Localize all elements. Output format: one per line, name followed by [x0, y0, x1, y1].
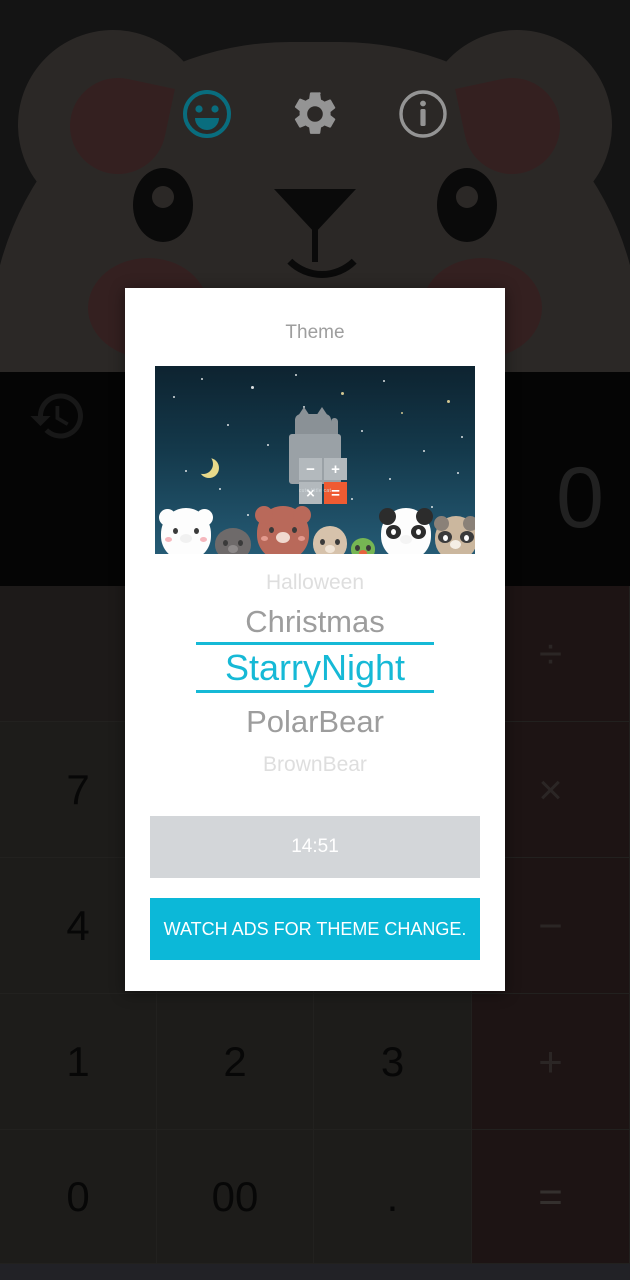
selection-line-top	[196, 642, 434, 645]
theme-option-polarbear[interactable]: PolarBear	[125, 706, 505, 737]
crescent-moon-icon	[193, 454, 213, 474]
animal-polar-bear	[159, 508, 213, 554]
animal-raccoon	[434, 516, 475, 554]
animal-brown-bear	[255, 506, 311, 554]
dialog-title: Theme	[285, 322, 345, 343]
app-logo: − + × = cute little cat	[281, 407, 349, 504]
theme-picker-wheel[interactable]: Halloween Christmas StarryNight PolarBea…	[125, 568, 505, 798]
calculator-app-screen: 0 AC ÷ 7 8 9 × 4 5 6 − 1 2 3 + 0 00 . = …	[0, 0, 630, 1280]
theme-preview-image: − + × = cute little cat	[155, 366, 475, 554]
animal-panda	[379, 508, 433, 554]
countdown-timer-button[interactable]: 14:51	[150, 816, 480, 878]
watch-ads-button[interactable]: WATCH ADS FOR THEME CHANGE.	[150, 898, 480, 960]
selection-line-bottom	[196, 690, 434, 693]
theme-option-halloween[interactable]: Halloween	[125, 572, 505, 593]
animal-frog	[351, 538, 375, 554]
animal-row	[155, 502, 475, 554]
theme-option-starrynight-selected[interactable]: StarryNight	[125, 650, 505, 686]
theme-option-christmas[interactable]: Christmas	[125, 606, 505, 637]
theme-dialog: Theme − + × = cute little cat Halloween …	[125, 288, 505, 991]
animal-seal	[215, 528, 251, 554]
theme-option-brownbear[interactable]: BrownBear	[125, 754, 505, 775]
animal-otter	[313, 526, 347, 554]
logo-caption: cute little cat	[298, 488, 332, 494]
starry-night-preview: − + × = cute little cat	[155, 366, 475, 554]
